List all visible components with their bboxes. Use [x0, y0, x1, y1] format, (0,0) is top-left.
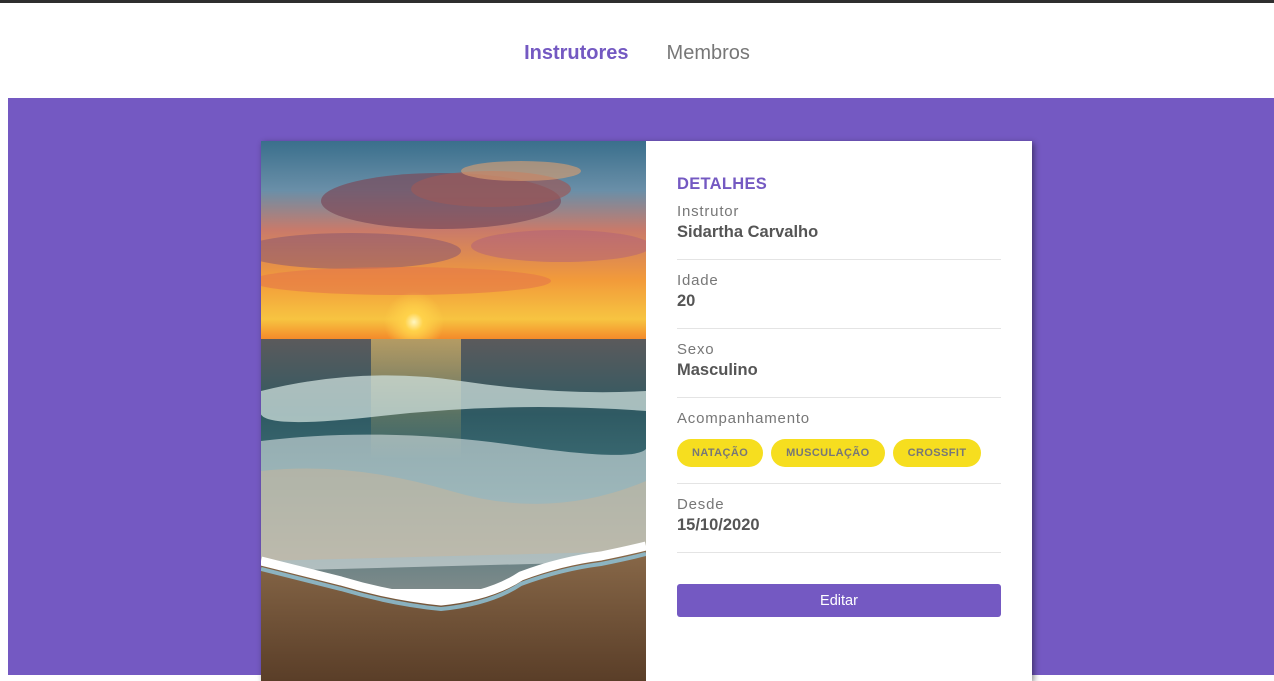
gender-value: Masculino — [677, 361, 758, 379]
since-value: 15/10/2020 — [677, 516, 760, 534]
instructor-card: DETALHES Instrutor Sidartha Carvalho Ida… — [261, 141, 1032, 681]
nav-instrutores-link[interactable]: Instrutores — [524, 42, 628, 65]
gender-field: Sexo Masculino — [677, 329, 1001, 398]
instructor-name: Sidartha Carvalho — [677, 223, 819, 241]
details-panel: DETALHES Instrutor Sidartha Carvalho Ida… — [646, 141, 1032, 681]
since-field: Desde 15/10/2020 — [677, 484, 1001, 553]
services-tags: NATAÇÃO MUSCULAÇÃO CROSSFIT — [677, 439, 1001, 467]
nav-membros-link[interactable]: Membros — [667, 42, 750, 65]
top-border — [0, 0, 1274, 675]
field-label: Acompanhamento — [677, 410, 810, 427]
edit-button[interactable]: Editar — [677, 584, 1001, 617]
main-nav: Instrutores Membros — [0, 10, 1274, 98]
details-heading: DETALHES — [677, 175, 768, 193]
field-label: Desde — [677, 496, 725, 513]
instructor-photo — [261, 141, 646, 681]
instructor-field: Instrutor Sidartha Carvalho — [677, 203, 1001, 260]
tag-musculacao: MUSCULAÇÃO — [771, 439, 885, 467]
tag-crossfit: CROSSFIT — [892, 439, 982, 467]
content-area: DETALHES Instrutor Sidartha Carvalho Ida… — [8, 98, 1274, 681]
tag-natacao: NATAÇÃO — [677, 439, 764, 467]
services-field: Acompanhamento NATAÇÃO MUSCULAÇÃO CROSSF… — [677, 398, 1001, 484]
field-label: Sexo — [677, 341, 715, 358]
field-label: Instrutor — [677, 203, 740, 220]
age-field: Idade 20 — [677, 260, 1001, 329]
age-value: 20 — [677, 292, 696, 310]
field-label: Idade — [677, 272, 719, 289]
